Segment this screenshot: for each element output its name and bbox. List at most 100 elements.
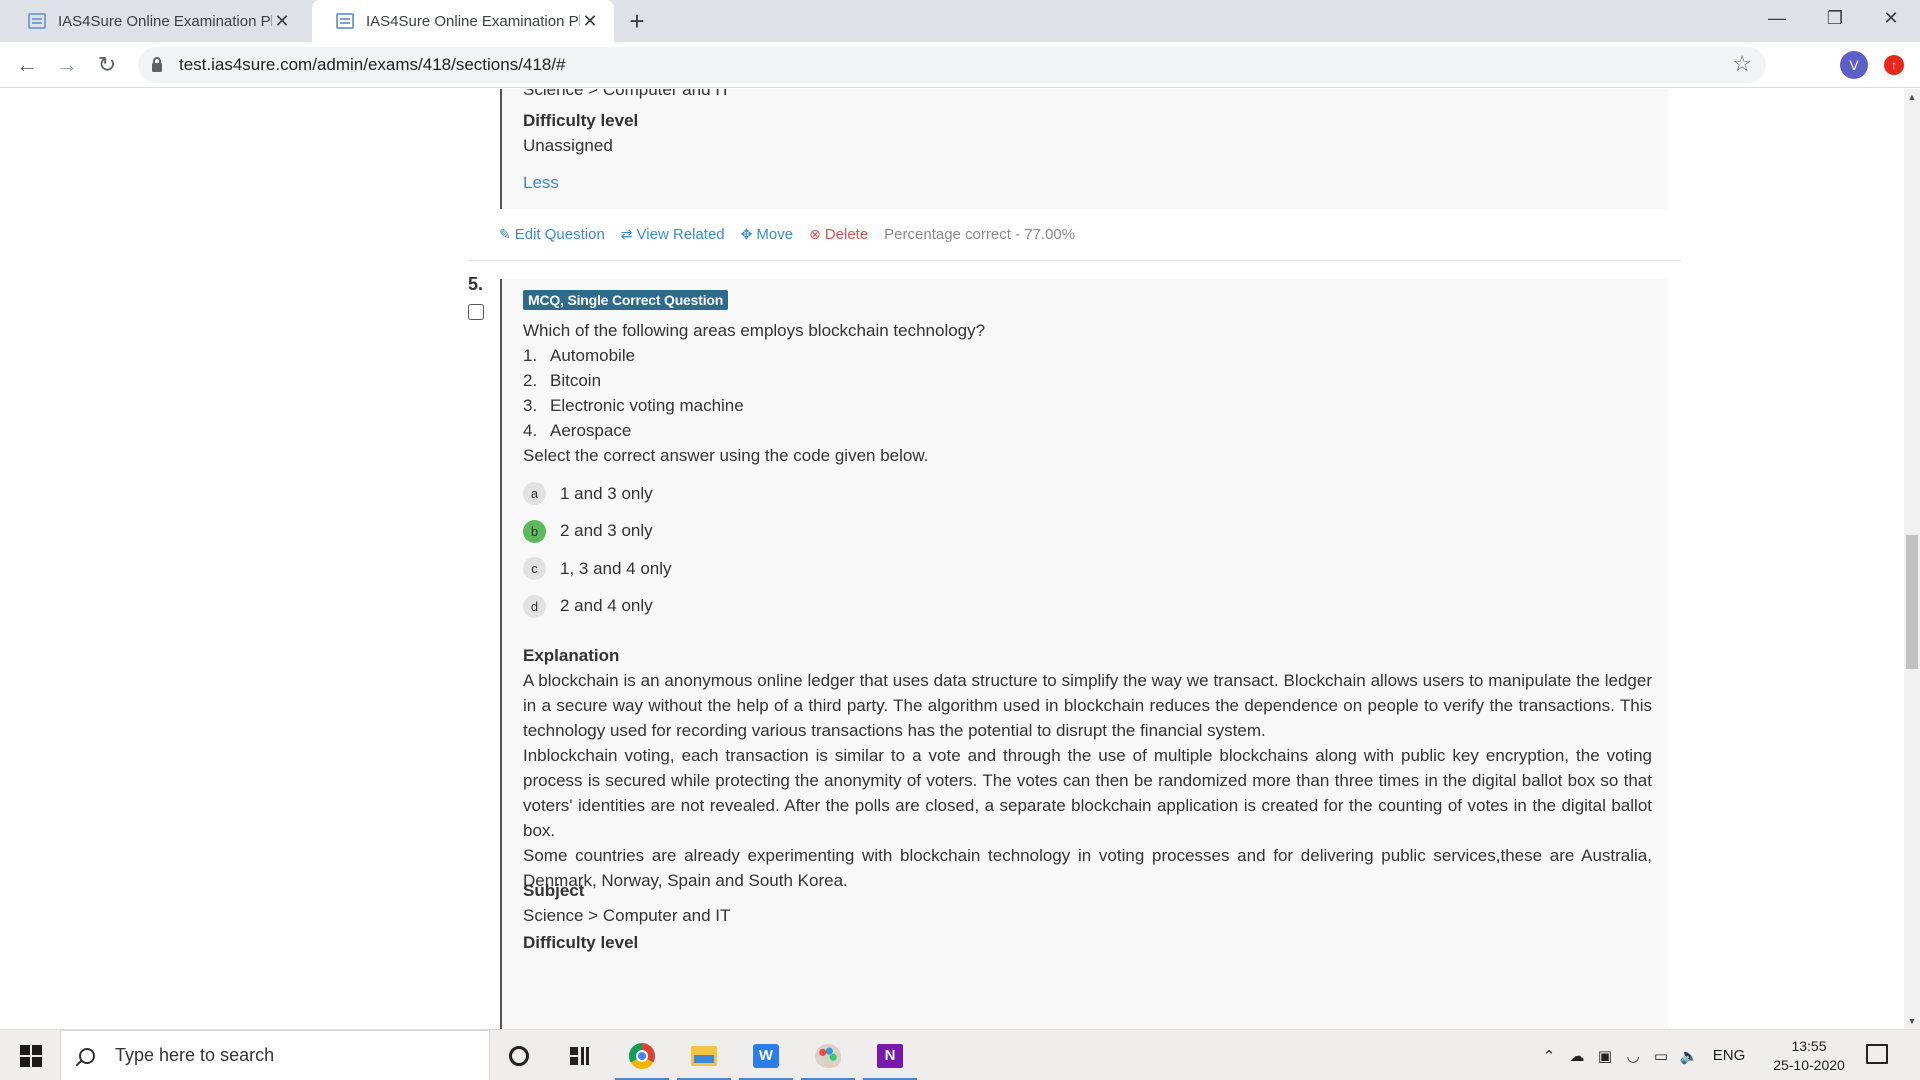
close-icon[interactable]: ✕ bbox=[272, 11, 292, 31]
question-divider bbox=[468, 260, 1681, 261]
browser-tab-bar: IAS4Sure Online Examination Platform ✕ I… bbox=[0, 0, 1920, 42]
statement-text: Aerospace bbox=[550, 421, 632, 440]
difficulty-label: Difficulty level bbox=[523, 933, 639, 952]
scroll-down-icon[interactable]: ▼ bbox=[1904, 1013, 1920, 1029]
window-close-icon[interactable]: ✕ bbox=[1862, 0, 1920, 36]
option-letter: d bbox=[523, 594, 546, 618]
browser-toolbar: ← → ↻ test.ias4sure.com/admin/exams/418/… bbox=[0, 42, 1920, 88]
tab-title: IAS4Sure Online Examination Platform bbox=[58, 12, 272, 30]
edit-question-label: Edit Question bbox=[514, 226, 605, 243]
statement-text: Bitcoin bbox=[550, 371, 602, 390]
option-d: d 2 and 4 only bbox=[523, 588, 1652, 626]
percentage-correct: Percentage correct - 77.00% bbox=[884, 226, 1076, 243]
task-view-icon[interactable] bbox=[551, 1030, 609, 1080]
question-select-checkbox[interactable] bbox=[468, 304, 484, 320]
onenote-icon[interactable]: N bbox=[861, 1030, 919, 1080]
question-card: MCQ, Single Correct Question Which of th… bbox=[500, 279, 1668, 1029]
edit-icon: ✎ bbox=[499, 226, 511, 242]
move-icon: ✥ bbox=[740, 226, 753, 242]
taskbar-search-box[interactable]: Type here to search bbox=[60, 1030, 490, 1080]
exchange-icon: ⇄ bbox=[620, 226, 633, 242]
reload-icon[interactable]: ↻ bbox=[92, 50, 122, 80]
delete-label: Delete bbox=[824, 226, 869, 243]
bookmark-star-icon[interactable]: ☆ bbox=[1732, 51, 1752, 77]
option-b: b 2 and 3 only bbox=[523, 513, 1652, 551]
option-text: 2 and 4 only bbox=[560, 596, 653, 616]
close-icon[interactable]: ✕ bbox=[580, 11, 600, 31]
option-text: 1, 3 and 4 only bbox=[560, 558, 672, 578]
browser-tab[interactable]: IAS4Sure Online Examination Platform ✕ bbox=[4, 0, 306, 42]
move-label: Move bbox=[756, 226, 794, 243]
page-content: Science > Computer and IT Difficulty lev… bbox=[0, 89, 1904, 1029]
subject-label: Subject bbox=[523, 881, 585, 900]
language-indicator[interactable]: ENG bbox=[1706, 1030, 1752, 1080]
tab-title: IAS4Sure Online Examination Platform bbox=[366, 12, 580, 30]
onedrive-icon[interactable]: ☁ bbox=[1564, 1030, 1590, 1080]
clock-date: 25-10-2020 bbox=[1773, 1057, 1845, 1073]
extension-icon[interactable]: ↑ bbox=[1884, 55, 1904, 75]
paint-icon[interactable] bbox=[799, 1030, 857, 1080]
scrollbar-thumb[interactable] bbox=[1906, 535, 1918, 669]
statement-item: 2. Bitcoin bbox=[523, 368, 1652, 393]
page-icon bbox=[28, 13, 46, 29]
previous-question-card: Science > Computer and IT Difficulty lev… bbox=[500, 89, 1668, 209]
view-related-label: View Related bbox=[636, 226, 725, 243]
minimize-icon[interactable]: — bbox=[1748, 0, 1806, 36]
statement-item: 3. Electronic voting machine bbox=[523, 393, 1652, 418]
less-link[interactable]: Less bbox=[523, 173, 559, 192]
search-placeholder: Type here to search bbox=[115, 1045, 275, 1065]
tray-chevron-icon[interactable]: ⌃ bbox=[1538, 1030, 1560, 1080]
question-stem: Which of the following areas employs blo… bbox=[523, 321, 986, 340]
volume-icon[interactable]: 🔈 bbox=[1676, 1030, 1702, 1080]
statement-text: Automobile bbox=[550, 346, 636, 365]
notification-icon[interactable] bbox=[1866, 1044, 1888, 1064]
option-letter: a bbox=[523, 482, 546, 506]
explanation-paragraph: A blockchain is an anonymous online ledg… bbox=[523, 671, 1652, 740]
question-number: 5. bbox=[468, 274, 484, 294]
forward-icon[interactable]: → bbox=[52, 50, 82, 80]
difficulty-value: Unassigned bbox=[523, 136, 613, 155]
delete-icon: ⊗ bbox=[809, 226, 821, 242]
move-link[interactable]: ✥ Move bbox=[741, 226, 793, 243]
clock-time: 13:55 bbox=[1791, 1038, 1827, 1054]
statement-number: 2. bbox=[523, 371, 538, 390]
statement-item: 1. Automobile bbox=[523, 343, 1652, 368]
option-letter-correct: b bbox=[523, 519, 546, 543]
option-text: 1 and 3 only bbox=[560, 483, 653, 503]
browser-tab-active[interactable]: IAS4Sure Online Examination Platform ✕ bbox=[312, 0, 614, 42]
option-c: c 1, 3 and 4 only bbox=[523, 550, 1652, 588]
windows-taskbar: Type here to search W N ⌃ ☁ ▣ ◡ ▭ 🔈 ENG … bbox=[0, 1029, 1920, 1080]
file-explorer-icon[interactable] bbox=[675, 1030, 733, 1080]
word-app-icon[interactable]: W bbox=[737, 1030, 795, 1080]
cortana-icon[interactable] bbox=[490, 1030, 548, 1080]
new-tab-button[interactable]: + bbox=[622, 6, 652, 36]
statement-text: Electronic voting machine bbox=[550, 396, 744, 415]
page-scrollbar[interactable]: ▲ ▼ bbox=[1904, 89, 1920, 1029]
chrome-icon[interactable] bbox=[613, 1030, 671, 1080]
subject-value: Science > Computer and IT bbox=[523, 906, 731, 925]
address-bar[interactable]: test.ias4sure.com/admin/exams/418/sectio… bbox=[138, 47, 1766, 83]
statement-number: 3. bbox=[523, 396, 538, 415]
explanation-label: Explanation bbox=[523, 646, 620, 665]
wifi-icon[interactable]: ◡ bbox=[1620, 1030, 1646, 1080]
explanation-paragraph: Inblockchain voting, each transaction is… bbox=[523, 746, 1652, 840]
subject-value: Science > Computer and IT bbox=[523, 89, 731, 99]
display-icon[interactable]: ▣ bbox=[1592, 1030, 1618, 1080]
scroll-up-icon[interactable]: ▲ bbox=[1904, 89, 1920, 105]
edit-question-link[interactable]: ✎ Edit Question bbox=[499, 226, 605, 243]
profile-avatar[interactable]: V bbox=[1840, 51, 1868, 79]
option-letter: c bbox=[523, 557, 546, 581]
windows-start-icon[interactable] bbox=[20, 1045, 42, 1067]
battery-icon[interactable]: ▭ bbox=[1648, 1030, 1674, 1080]
view-related-link[interactable]: ⇄ View Related bbox=[621, 226, 725, 243]
statement-number: 1. bbox=[523, 346, 538, 365]
taskbar-clock[interactable]: 13:55 25-10-2020 bbox=[1764, 1037, 1854, 1075]
option-text: 2 and 3 only bbox=[560, 521, 653, 541]
delete-link[interactable]: ⊗ Delete bbox=[809, 226, 868, 243]
question-type-badge: MCQ, Single Correct Question bbox=[523, 290, 729, 310]
question-instruction: Select the correct answer using the code… bbox=[523, 446, 929, 465]
lock-icon bbox=[152, 56, 162, 72]
difficulty-label: Difficulty level bbox=[523, 111, 639, 130]
back-icon[interactable]: ← bbox=[12, 50, 42, 80]
restore-icon[interactable]: ❐ bbox=[1806, 0, 1864, 36]
